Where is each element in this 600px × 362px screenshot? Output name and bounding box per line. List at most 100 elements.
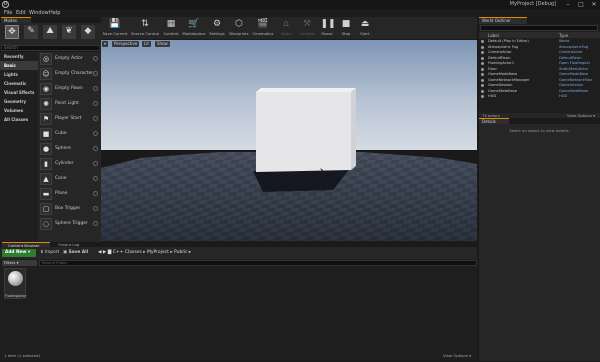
eye-icon[interactable] (481, 56, 484, 60)
save-all-button[interactable]: ▣ Save All (63, 249, 88, 257)
place-item-label: Sphere Trigger (55, 221, 88, 226)
place-item-cone[interactable]: ▲ Cone (39, 172, 99, 186)
outliner-row[interactable]: HUD HUD (479, 94, 600, 100)
place-item-empty-character[interactable]: ☺ Empty Character (39, 67, 99, 81)
eye-icon[interactable] (481, 95, 484, 98)
source-control-button[interactable]: ⇅ Source Control (130, 17, 160, 39)
eye-icon[interactable] (481, 84, 484, 87)
place-item-point-light[interactable]: ✺ Point Light (39, 97, 99, 111)
place-item-cylinder[interactable]: ▮ Cylinder (39, 157, 99, 171)
info-icon (93, 161, 98, 166)
toolbar-label: Source Control (131, 31, 159, 36)
place-item-empty-pawn[interactable]: ◉ Empty Pawn (39, 82, 99, 96)
category-all-classes[interactable]: All Classes (0, 115, 38, 124)
import-button[interactable]: ⬇ Import (40, 249, 59, 257)
menu-edit[interactable]: Edit (16, 10, 26, 16)
foliage-mode-button[interactable]: ❦ (62, 25, 76, 39)
menu-help[interactable]: Help (49, 10, 60, 16)
place-item-sphere-trigger[interactable]: ◌ Sphere Trigger (39, 217, 99, 231)
world-outliner-tab[interactable]: World Outliner (479, 17, 527, 24)
place-item-sphere[interactable]: ● Sphere (39, 142, 99, 156)
modes-search-input[interactable]: Search (1, 45, 100, 51)
pause-button[interactable]: ❚❚ Pause (318, 17, 336, 39)
settings-button[interactable]: ⚙ Settings (207, 17, 227, 39)
place-item-plane[interactable]: ▬ Plane (39, 187, 99, 201)
category-basic[interactable]: Basic (0, 61, 38, 70)
breadcrumb-item[interactable]: MyProject (147, 250, 169, 255)
content-view-options-button[interactable]: View Options ▾ (443, 353, 471, 358)
place-item-player-start[interactable]: ⚑ Player Start (39, 112, 99, 126)
world-outliner: Label Type Default (Play In Editor) World… (479, 24, 600, 113)
category-visual-effects[interactable]: Visual Effects (0, 88, 38, 97)
place-mode-button[interactable]: ✥ (5, 25, 19, 39)
minimize-button[interactable]: – (562, 0, 574, 9)
column-label[interactable]: Label (488, 33, 499, 38)
close-button[interactable]: ✕ (588, 0, 600, 9)
place-item-empty-actor[interactable]: ◎ Empty Actor (39, 52, 99, 66)
landscape-mode-button[interactable]: ⛰ (43, 25, 57, 39)
category-recently-placed[interactable]: Recently Placed (0, 52, 38, 68)
eject-button[interactable]: ⏏ Eject (356, 17, 374, 39)
eye-icon[interactable] (481, 73, 484, 76)
filters-button[interactable]: Filters ▾ (2, 260, 37, 266)
menu-file[interactable]: File (4, 10, 12, 16)
eye-icon[interactable] (481, 51, 484, 54)
cube-top (256, 88, 356, 92)
content-status: 1 item (1 selected) (4, 353, 41, 358)
toolbar-label: Content (163, 31, 179, 36)
cinematics-button[interactable]: 🎬 Cinematics (251, 17, 275, 39)
foliage-mode-icon: ❦ (65, 26, 73, 36)
breadcrumb-item[interactable]: Public (174, 250, 187, 255)
column-type[interactable]: Type (559, 33, 568, 38)
perspective-button[interactable]: Perspective (112, 41, 140, 47)
category-cinematic[interactable]: Cinematic (0, 79, 38, 88)
save-current-button[interactable]: 💾 Save Current (101, 17, 129, 39)
marketplace-button[interactable]: 🛒 Marketplace (182, 17, 206, 39)
show-button[interactable]: Show (155, 41, 170, 47)
toolbar-label: Blueprints (229, 31, 249, 36)
empty-character-icon: ☺ (40, 68, 52, 80)
maximize-button[interactable]: □ (575, 0, 587, 9)
place-item-label: Point Light (55, 101, 79, 106)
compile-button[interactable]: ⚒ Compile (297, 17, 317, 39)
paint-mode-button[interactable]: ✎ (24, 25, 38, 39)
content-search-input[interactable]: Search Public (39, 260, 477, 266)
place-item-box-trigger[interactable]: ▢ Box Trigger (39, 202, 99, 216)
eye-icon[interactable] (481, 67, 484, 71)
outliner-search-input[interactable] (480, 25, 598, 31)
info-icon (93, 86, 98, 91)
content-button[interactable]: ▦ Content (161, 17, 181, 39)
place-item-label: Cube (55, 131, 67, 136)
eye-icon[interactable] (481, 62, 484, 65)
level-viewport[interactable]: ▾ Perspective Lit Show (101, 40, 477, 241)
category-lights[interactable]: Lights (0, 70, 38, 79)
menu-window[interactable]: Window (29, 10, 49, 16)
geometry-mode-button[interactable]: ◆ (81, 25, 95, 39)
eye-icon[interactable] (481, 40, 484, 43)
title-bar: U MyProject [Debug] – □ ✕ (0, 0, 600, 9)
box-trigger-icon: ▢ (40, 203, 52, 215)
sphere-icon: ● (40, 143, 52, 155)
info-icon (93, 191, 98, 196)
breadcrumb-item[interactable]: C++ Classes (113, 250, 142, 255)
lit-button[interactable]: Lit (142, 41, 151, 47)
stop-button[interactable]: ■ Stop (337, 17, 355, 39)
eye-icon[interactable] (481, 89, 484, 93)
viewport-options-button[interactable]: ▾ (102, 41, 109, 47)
sphere-trigger-icon: ◌ (40, 218, 52, 230)
toolbar-label: Stop (341, 31, 351, 36)
player-start-icon: ⚑ (40, 113, 52, 125)
eye-icon[interactable] (481, 78, 484, 82)
category-geometry[interactable]: Geometry (0, 97, 38, 106)
build-button[interactable]: ⌂ Build (276, 17, 296, 39)
cube-mesh[interactable] (256, 92, 351, 172)
category-volumes[interactable]: Volumes (0, 106, 38, 115)
chevron-right-icon[interactable]: ▸ (189, 250, 191, 255)
place-item-cube[interactable]: ■ Cube (39, 127, 99, 141)
eye-icon[interactable] (481, 45, 484, 49)
asset-tile[interactable]: FloatingActor (4, 268, 26, 299)
add-new-button[interactable]: Add New ▾ (2, 249, 36, 257)
blueprints-button[interactable]: ⬡ Blueprints (228, 17, 250, 39)
cinematics-icon: 🎬 (257, 19, 269, 29)
outliner-view-options-button[interactable]: View Options ▾ (567, 113, 595, 118)
